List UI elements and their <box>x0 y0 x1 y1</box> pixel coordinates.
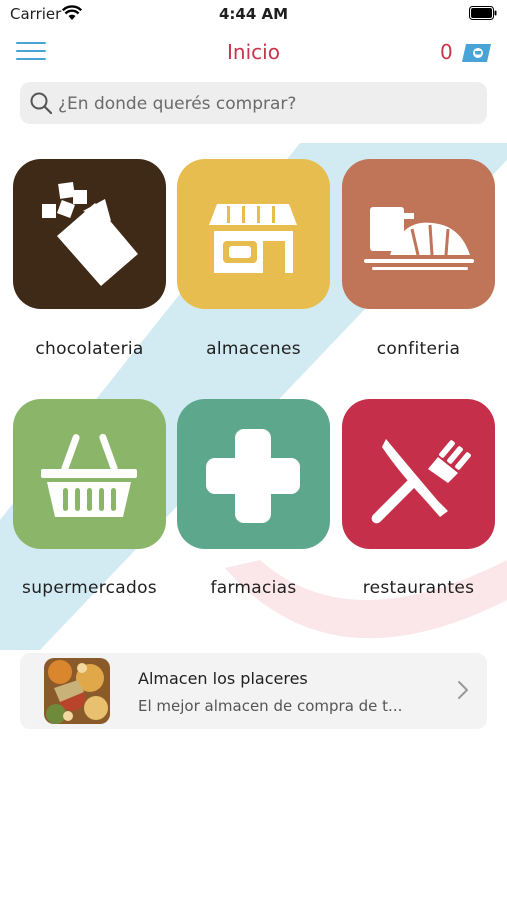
category-almacenes[interactable] <box>177 159 330 309</box>
category-restaurantes[interactable] <box>342 399 495 549</box>
category-label: restaurantes <box>362 578 475 598</box>
category-farmacias[interactable] <box>177 399 330 549</box>
cart-count: 0 <box>440 40 453 64</box>
battery-icon <box>469 6 497 20</box>
category-supermercados[interactable] <box>13 399 166 549</box>
category-confiteria[interactable] <box>342 159 495 309</box>
category-chocolateria[interactable] <box>13 159 166 309</box>
knife-fork-icon <box>371 439 471 524</box>
page-title: Inicio <box>227 40 280 64</box>
chevron-right-icon <box>458 681 468 699</box>
storefront-icon <box>209 204 297 273</box>
chocolate-bar-icon <box>42 181 138 286</box>
category-label: chocolateria <box>35 339 144 359</box>
store-card[interactable]: Almacen los placeres El mejor almacen de… <box>20 653 487 729</box>
category-label: supermercados <box>22 578 157 598</box>
category-label: almacenes <box>206 339 301 359</box>
search-bar[interactable] <box>20 82 487 126</box>
medical-cross-icon <box>206 429 300 523</box>
store-thumbnail <box>44 658 110 724</box>
navigation-bar: Inicio 0 <box>0 34 507 72</box>
status-bar: Carrier 4:44 AM <box>0 0 507 30</box>
coffee-croissant-icon <box>364 207 474 270</box>
store-description: El mejor almacen de compra de t... <box>138 697 403 715</box>
category-label: farmacias <box>210 578 297 598</box>
clock: 4:44 AM <box>218 5 289 23</box>
category-label: confiteria <box>376 339 461 359</box>
store-name: Almacen los placeres <box>138 669 308 688</box>
shopping-basket-icon <box>41 433 137 517</box>
search-icon <box>30 92 53 115</box>
search-input[interactable] <box>56 82 480 126</box>
shopping-cart-icon[interactable] <box>460 42 492 64</box>
